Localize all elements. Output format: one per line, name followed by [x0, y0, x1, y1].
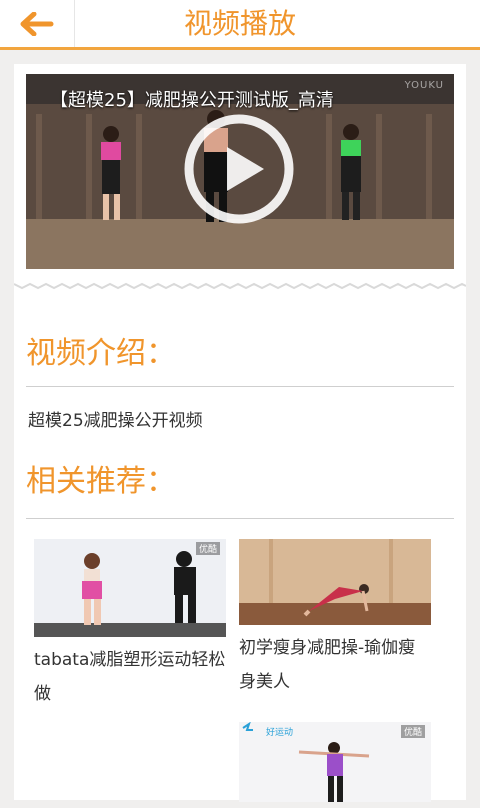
- intro-text: 超模25减肥操公开视频: [28, 411, 203, 431]
- related-item-label: [239, 802, 431, 808]
- related-heading: 相关推荐：: [26, 464, 176, 499]
- video-title: 【超模25】减肥操公开测试版_高清: [50, 90, 334, 111]
- intro-divider: [26, 386, 454, 387]
- related-item[interactable]: 优酷 tabata减脂塑形运动轻松做: [34, 539, 226, 711]
- play-icon[interactable]: [184, 114, 294, 224]
- zigzag-divider: [14, 282, 466, 290]
- video-watermark: YOUKU: [404, 80, 444, 91]
- related-thumbnail: 好运动 优酷: [239, 722, 431, 802]
- top-bar: 视频播放: [0, 0, 480, 50]
- related-item-label: tabata减脂塑形运动轻松做: [34, 650, 226, 704]
- related-item[interactable]: 好运动 优酷: [239, 722, 431, 808]
- video-player[interactable]: 【超模25】减肥操公开测试版_高清 YOUKU: [26, 74, 454, 269]
- related-thumbnail: 优酷: [34, 539, 226, 637]
- content-card: 【超模25】减肥操公开测试版_高清 YOUKU 视频介绍： 超模25减肥操公开视…: [14, 64, 466, 802]
- related-divider: [26, 518, 454, 519]
- related-thumbnail: [239, 539, 431, 625]
- thumbnail-badge: 优酷: [400, 725, 425, 738]
- page-title: 视频播放: [183, 7, 296, 40]
- related-item-label: 初学瘦身减肥操-瑜伽瘦身美人: [239, 638, 416, 692]
- related-item[interactable]: 初学瘦身减肥操-瑜伽瘦身美人: [239, 539, 431, 699]
- thumbnail-logo: 好运动: [266, 728, 294, 738]
- intro-heading: 视频介绍：: [26, 336, 176, 371]
- thumbnail-badge: 优酷: [195, 542, 220, 555]
